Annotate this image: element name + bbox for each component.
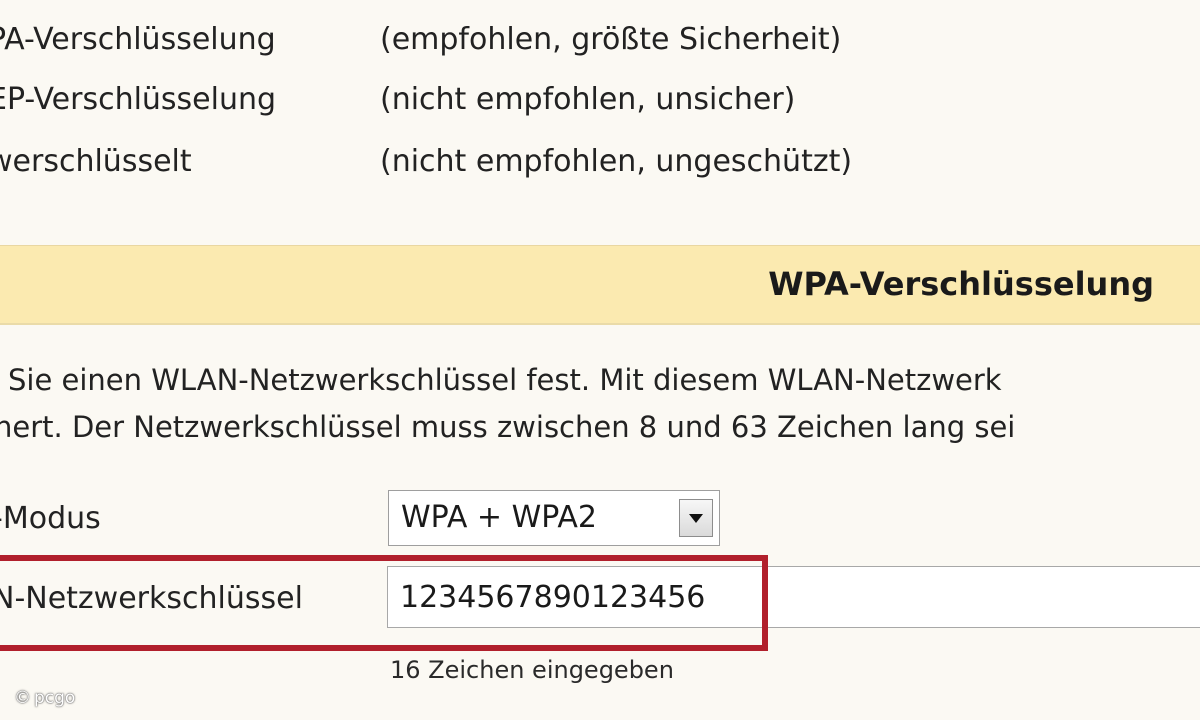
wpa-mode-selected-value: WPA + WPA2 (401, 500, 598, 535)
watermark: © pcgo (14, 688, 75, 708)
section-header-bar: WPA-Verschlüsselung (0, 245, 1200, 325)
character-counter: 16 Zeichen eingegeben (390, 656, 674, 684)
network-key-input[interactable]: 1234567890123456 (387, 566, 1200, 628)
option-description-unencrypted: (nicht empfohlen, ungeschützt) (380, 144, 853, 179)
section-title: WPA-Verschlüsselung (768, 265, 1154, 303)
network-key-value: 1234567890123456 (400, 580, 706, 615)
mode-label: -Modus (0, 501, 101, 536)
wpa-mode-select[interactable]: WPA + WPA2 (388, 490, 720, 546)
description-line-1: Sie einen WLAN-Netzwerkschlüssel fest. M… (8, 363, 1002, 397)
option-description-wpa: (empfohlen, größte Sicherheit) (380, 22, 842, 57)
chevron-down-icon (689, 514, 703, 523)
option-label-unencrypted: werschlüsselt (0, 144, 192, 179)
watermark-text: pcgo (34, 688, 76, 708)
network-key-label: N-Netzwerkschlüssel (0, 581, 303, 616)
description-line-2: hert. Der Netzwerkschlüssel muss zwische… (0, 410, 1016, 444)
option-description-wep: (nicht empfohlen, unsicher) (380, 82, 796, 117)
option-label-wep: EP-Verschlüsselung (0, 82, 277, 117)
dropdown-arrow-button[interactable] (679, 499, 713, 537)
option-label-wpa: PA-Verschlüsselung (0, 22, 276, 57)
copyright-icon: © (14, 688, 31, 708)
